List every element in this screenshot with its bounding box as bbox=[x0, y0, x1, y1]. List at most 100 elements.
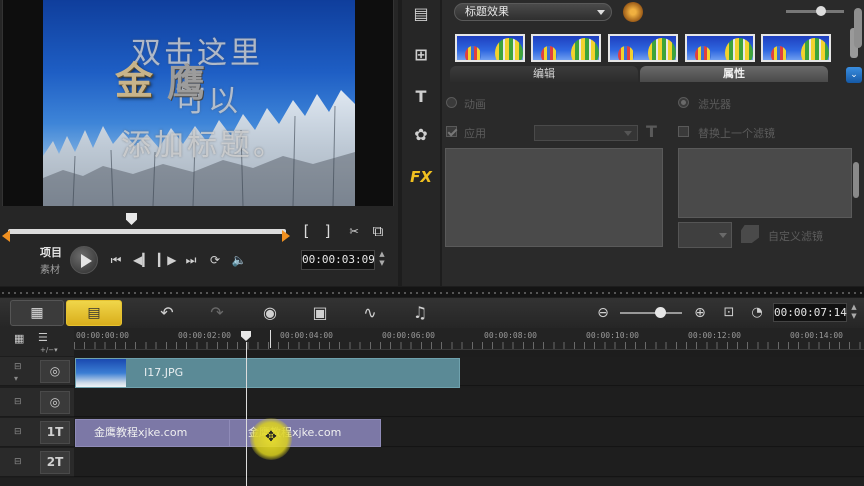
title-track-icon[interactable]: 1T bbox=[40, 421, 70, 444]
storyboard-view-button[interactable]: ▦ bbox=[10, 300, 64, 326]
tab-attributes[interactable]: 属性 bbox=[640, 66, 828, 82]
zoom-in-icon[interactable]: ⊕ bbox=[688, 302, 712, 324]
category-dropdown[interactable]: 标题效果 bbox=[454, 3, 612, 21]
go-to-end-icon[interactable]: ⏭ bbox=[183, 252, 199, 268]
thumbnail-size-slider[interactable] bbox=[786, 6, 844, 16]
instant-project-icon[interactable]: ⊞ bbox=[410, 44, 432, 66]
title-track-icon[interactable]: 2T bbox=[40, 451, 70, 474]
overlay-track-icon[interactable]: ◎ bbox=[40, 391, 70, 414]
trim-start-marker[interactable] bbox=[2, 230, 10, 242]
video-track-icon[interactable]: ◎ bbox=[40, 360, 70, 383]
track-manager-header: ▦ ☰ +/−▾ bbox=[0, 328, 74, 356]
project-duration-icon[interactable]: ◔ bbox=[745, 302, 769, 324]
track-manager-icon[interactable]: ▦ bbox=[14, 332, 24, 345]
track-options-chevron-icon[interactable]: ▾ bbox=[14, 374, 24, 384]
repeat-icon[interactable]: ⟳ bbox=[207, 252, 223, 268]
volume-icon[interactable]: 🔈 bbox=[231, 252, 247, 268]
apply-checkbox-label: 应用 bbox=[464, 127, 486, 140]
custom-filter-label[interactable]: 自定义滤镜 bbox=[768, 228, 823, 244]
scrub-bar[interactable] bbox=[0, 210, 398, 238]
clip-mode-label[interactable]: 素材 bbox=[40, 261, 60, 276]
effect-thumbnail[interactable] bbox=[761, 34, 831, 62]
tab-edit[interactable]: 编辑 bbox=[450, 66, 638, 82]
video-clip[interactable]: I17.JPG bbox=[75, 358, 460, 388]
video-editor-window: 双击这里 可以 添加标题。 金 鹰 [ ] ✂ ⧉ 项目 素材 ⏮ ◀▎ ▎▶ … bbox=[0, 0, 864, 486]
ruler-label: 00:00:14:00 bbox=[790, 331, 843, 340]
custom-filter-icon[interactable] bbox=[741, 225, 759, 243]
zoom-slider-knob[interactable] bbox=[655, 307, 666, 318]
preview-image[interactable]: 双击这里 可以 添加标题。 金 鹰 bbox=[43, 0, 355, 206]
title-clip[interactable]: 金鹰教程xjke.com bbox=[75, 419, 230, 447]
redo-icon[interactable]: ↷ bbox=[205, 302, 229, 324]
audio-waveform-icon[interactable]: ∿ bbox=[358, 302, 382, 324]
options-scrollbar[interactable] bbox=[853, 0, 864, 60]
animation-radio[interactable] bbox=[446, 97, 457, 108]
effect-thumbnail[interactable] bbox=[608, 34, 678, 62]
timeline-ruler[interactable]: 00:00:00:00 00:00:02:00 00:00:04:00 00:0… bbox=[74, 328, 864, 350]
title-track-2[interactable] bbox=[74, 448, 864, 477]
project-mode-label[interactable]: 项目 bbox=[40, 244, 62, 260]
trim-end-marker[interactable] bbox=[282, 230, 290, 242]
timeline-zoom-slider[interactable] bbox=[620, 312, 682, 314]
filter-radio[interactable] bbox=[678, 97, 689, 108]
lock-icon[interactable]: ⊟ bbox=[14, 397, 24, 407]
fit-project-icon[interactable]: ⊡ bbox=[717, 302, 741, 324]
effect-thumbnail[interactable] bbox=[531, 34, 601, 62]
track-list-icon[interactable]: ☰ bbox=[38, 331, 48, 344]
slider-knob[interactable] bbox=[816, 6, 826, 16]
animation-preview-box bbox=[445, 148, 663, 247]
graphic-icon[interactable]: ✿ bbox=[410, 124, 432, 146]
title-icon[interactable]: T bbox=[410, 86, 432, 108]
ruler-ticks bbox=[74, 342, 864, 349]
library-category-bar: ▤ ⊞ T ✿ FX bbox=[402, 0, 440, 286]
options-panel: 标题效果 编辑 属性 ⌄ 动画 滤光器 应用 T 替换上一个滤镜 自定义滤镜 bbox=[442, 0, 864, 286]
timecode-spinner[interactable]: ▲ ▼ bbox=[377, 250, 387, 270]
apply-checkbox[interactable] bbox=[446, 126, 457, 137]
add-remove-track-icon[interactable]: +/−▾ bbox=[40, 346, 58, 354]
video-track-header: ⊟ ▾ ◎ bbox=[0, 357, 74, 386]
media-icon[interactable]: ▤ bbox=[410, 3, 432, 25]
title-settings-icon[interactable]: T bbox=[646, 122, 657, 141]
mixer-icon[interactable]: ▣ bbox=[308, 302, 332, 324]
playhead-line bbox=[246, 342, 247, 486]
zoom-out-icon[interactable]: ⊖ bbox=[591, 302, 615, 324]
filter-list-scrollbar[interactable] bbox=[853, 150, 861, 216]
previous-frame-icon[interactable]: ◀▎ bbox=[133, 252, 151, 268]
auto-music-icon[interactable]: ♫ bbox=[408, 302, 432, 324]
chevron-down-icon bbox=[597, 10, 605, 15]
lock-icon[interactable]: ⊟ bbox=[14, 457, 24, 467]
lock-icon[interactable]: ⊟ bbox=[14, 362, 24, 372]
overlay-track[interactable] bbox=[74, 388, 864, 417]
clip-thumbnail bbox=[76, 359, 126, 387]
enlarge-preview-icon[interactable]: ⧉ bbox=[370, 222, 386, 240]
fx-icon[interactable]: FX bbox=[410, 166, 432, 188]
preview-screen: 双击这里 可以 添加标题。 金 鹰 bbox=[2, 0, 394, 206]
filter-list-box[interactable] bbox=[678, 148, 852, 218]
preview-timecode[interactable]: 00:00:03:09 bbox=[301, 250, 375, 270]
timeline-timecode-spinner[interactable]: ▲ ▼ bbox=[849, 303, 859, 322]
replace-filter-checkbox[interactable] bbox=[678, 126, 689, 137]
record-capture-icon[interactable]: ◉ bbox=[258, 302, 282, 324]
timeline-timecode[interactable]: 00:00:07:14 bbox=[773, 303, 847, 322]
lock-icon[interactable]: ⊟ bbox=[14, 427, 24, 437]
title-overlay-line-3[interactable]: 添加标题。 bbox=[121, 120, 286, 164]
ruler-label: 00:00:00:00 bbox=[76, 331, 129, 340]
mark-out-button[interactable]: ] bbox=[322, 222, 334, 240]
filter-preset-dropdown[interactable] bbox=[678, 222, 732, 248]
effect-thumbnail[interactable] bbox=[455, 34, 525, 62]
undo-icon[interactable]: ↶ bbox=[155, 302, 179, 324]
import-media-icon[interactable] bbox=[623, 2, 643, 22]
go-to-start-icon[interactable]: ⏮ bbox=[108, 252, 124, 268]
scrub-track[interactable] bbox=[8, 229, 286, 234]
collapse-options-icon[interactable]: ⌄ bbox=[846, 67, 862, 83]
project-end-marker bbox=[270, 330, 271, 348]
divider-grip bbox=[2, 292, 862, 294]
mark-in-button[interactable]: [ bbox=[300, 222, 312, 240]
next-frame-icon[interactable]: ▎▶ bbox=[158, 252, 176, 268]
timeline-bottom-area bbox=[0, 478, 864, 486]
effect-thumbnail[interactable] bbox=[685, 34, 755, 62]
effect-preset-dropdown[interactable] bbox=[534, 125, 638, 141]
timeline-view-button[interactable]: ▤ bbox=[66, 300, 122, 326]
play-button[interactable] bbox=[70, 246, 98, 274]
split-clip-icon[interactable]: ✂ bbox=[346, 222, 362, 240]
